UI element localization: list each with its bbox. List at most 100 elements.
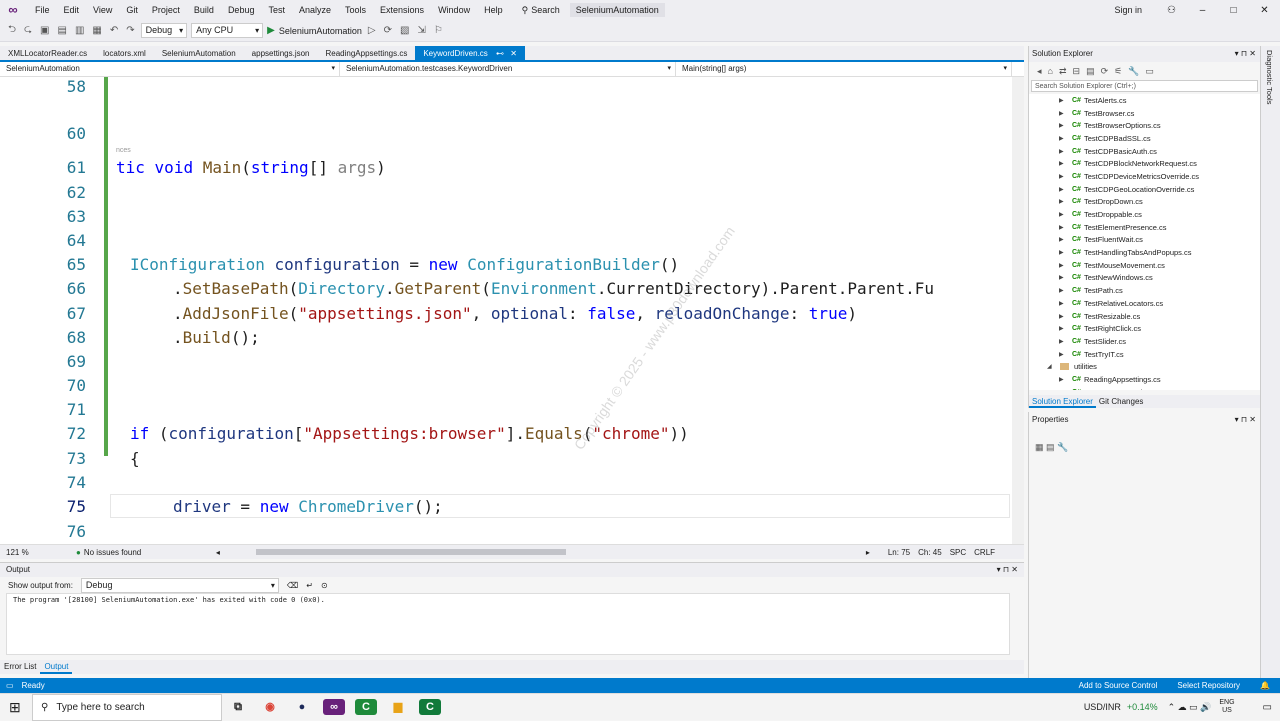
- member-dropdown[interactable]: Main(string[] args): [676, 62, 1012, 76]
- tree-item-file[interactable]: ▶ C# TestSlider.cs: [1029, 335, 1260, 348]
- excel-icon[interactable]: C: [355, 699, 377, 715]
- notification-center-icon[interactable]: ▭: [1263, 702, 1272, 713]
- expand-arrow-icon[interactable]: ▶: [1059, 274, 1067, 281]
- expand-arrow-icon[interactable]: ▶: [1059, 135, 1067, 142]
- expand-arrow-icon[interactable]: ▶: [1059, 198, 1067, 205]
- start-without-debug-icon[interactable]: ▷: [366, 25, 378, 36]
- tree-item-file[interactable]: ▶ C# TestAlerts.cs: [1029, 94, 1260, 107]
- startup-project-button[interactable]: SeleniumAutomation: [279, 26, 362, 36]
- expand-arrow-icon[interactable]: ▶: [1059, 211, 1067, 218]
- expand-arrow-icon[interactable]: ▶: [1059, 97, 1067, 104]
- tree-item-file[interactable]: ▶ C# TestTryIT.cs: [1029, 348, 1260, 361]
- tree-item-file[interactable]: ▶ C# TestBrowserOptions.cs: [1029, 119, 1260, 132]
- tree-item-file[interactable]: ▶ C#XMLLocatorReader.cs: [1029, 386, 1260, 390]
- start-windows-icon[interactable]: ⊞: [9, 699, 21, 716]
- home-icon[interactable]: ⌂: [1048, 66, 1053, 76]
- preview-icon[interactable]: ▭: [1145, 66, 1154, 77]
- tree-item-file[interactable]: ▶ C# TestCDPDeviceMetricsOverride.cs: [1029, 170, 1260, 183]
- file-explorer-icon[interactable]: ▆: [387, 699, 409, 715]
- tree-item-file[interactable]: ▶ C# TestCDPBadSSL.cs: [1029, 132, 1260, 145]
- tree-item-file[interactable]: ▶ C# TestRelativeLocators.cs: [1029, 297, 1260, 310]
- tree-item-file[interactable]: ▶ C# TestCDPBlockNetworkRequest.cs: [1029, 157, 1260, 170]
- expand-arrow-icon[interactable]: ▶: [1059, 262, 1067, 269]
- menu-window[interactable]: Window: [431, 5, 477, 15]
- project-dropdown[interactable]: SeleniumAutomation: [0, 62, 340, 76]
- tree-item-file[interactable]: ▶ C# ReadingAppsettings.cs: [1029, 373, 1260, 386]
- close-window-button[interactable]: ✕: [1249, 5, 1280, 16]
- filter-icon[interactable]: ⚟: [1114, 66, 1122, 77]
- menu-project[interactable]: Project: [145, 5, 187, 15]
- pin-icon[interactable]: ⊷: [496, 49, 504, 58]
- open-icon[interactable]: ▤: [55, 25, 68, 36]
- right-arrow-icon[interactable]: ▸: [866, 548, 870, 557]
- save-all-icon[interactable]: ▦: [90, 25, 103, 36]
- tab-git-changes[interactable]: Git Changes: [1096, 395, 1146, 408]
- tree-item-file[interactable]: ▶ C# TestPath.cs: [1029, 284, 1260, 297]
- show-all-icon[interactable]: ▤: [1086, 66, 1095, 77]
- tab-readingappsettings[interactable]: ReadingAppsettings.cs: [318, 46, 416, 60]
- code-editor[interactable]: 58 60 nces 61 tic void Main(string[] arg…: [0, 77, 1012, 544]
- expand-arrow-icon[interactable]: ▶: [1059, 160, 1067, 167]
- back-icon[interactable]: ◂: [1037, 66, 1042, 77]
- save-icon[interactable]: ▥: [73, 25, 86, 36]
- configuration-dropdown[interactable]: Debug: [140, 23, 188, 38]
- menu-help[interactable]: Help: [477, 5, 510, 15]
- expand-arrow-icon[interactable]: ▶: [1059, 389, 1067, 391]
- menu-edit[interactable]: Edit: [57, 5, 87, 15]
- editor-vertical-scrollbar[interactable]: [1012, 77, 1024, 544]
- expand-arrow-icon[interactable]: ▶: [1059, 300, 1067, 307]
- close-panel-icon[interactable]: ▾ ⊓ ✕: [1235, 46, 1256, 62]
- tree-item-file[interactable]: ▶ C# TestCDPGeoLocationOverride.cs: [1029, 183, 1260, 196]
- tray-icons[interactable]: ⌃ ☁ ▭ 🔊: [1168, 702, 1212, 713]
- maximize-button[interactable]: □: [1218, 5, 1249, 16]
- tree-item-file[interactable]: ▶ C# TestHandlingTabsAndPopups.cs: [1029, 246, 1260, 259]
- bookmark-icon[interactable]: ⚐: [432, 25, 445, 36]
- solution-tree[interactable]: ▶ C# TestAlerts.cs ▶ C# TestBrowser.cs ▶ C# Test…: [1029, 94, 1260, 390]
- tree-item-file[interactable]: ▶ C# TestFluentWait.cs: [1029, 234, 1260, 247]
- output-text[interactable]: The program '[28100] SeleniumAutomation.…: [6, 593, 1010, 655]
- menu-debug[interactable]: Debug: [221, 5, 262, 15]
- expand-arrow-icon[interactable]: ▶: [1059, 173, 1067, 180]
- tree-item-file[interactable]: ▶ C# TestBrowser.cs: [1029, 107, 1260, 120]
- redo-icon[interactable]: ↷: [124, 25, 136, 36]
- source-control-button[interactable]: Add to Source Control: [1079, 681, 1158, 690]
- tree-item-file[interactable]: ▶ C# TestRightClick.cs: [1029, 322, 1260, 335]
- menu-git[interactable]: Git: [119, 5, 145, 15]
- tree-item-file[interactable]: ▶ C# TestNewWindows.cs: [1029, 272, 1260, 285]
- output-source-dropdown[interactable]: Debug: [80, 577, 279, 593]
- menu-extensions[interactable]: Extensions: [373, 5, 431, 15]
- zoom-dropdown[interactable]: 121 %: [6, 548, 46, 557]
- tab-output[interactable]: Output: [40, 660, 73, 674]
- horizontal-scrollbar[interactable]: [255, 549, 566, 555]
- menu-test[interactable]: Test: [261, 5, 292, 15]
- tree-item-file[interactable]: ▶ C# TestElementPresence.cs: [1029, 221, 1260, 234]
- expand-arrow-icon[interactable]: ▶: [1059, 351, 1067, 358]
- collapse-arrow-icon[interactable]: ◢: [1047, 363, 1055, 370]
- properties-icon[interactable]: 🔧: [1128, 66, 1139, 77]
- new-item-icon[interactable]: ▣: [38, 25, 51, 36]
- menu-tools[interactable]: Tools: [338, 5, 373, 15]
- expand-arrow-icon[interactable]: ▶: [1059, 338, 1067, 345]
- issues-status[interactable]: No issues found: [84, 548, 196, 557]
- start-play-icon[interactable]: ▶: [267, 25, 275, 36]
- platform-dropdown[interactable]: Any CPU: [191, 23, 264, 38]
- type-dropdown[interactable]: SeleniumAutomation.testcases.KeywordDriv…: [340, 62, 676, 76]
- tab-seleniumautomation[interactable]: SeleniumAutomation: [154, 46, 244, 60]
- tab-appsettings-json[interactable]: appsettings.json: [244, 46, 318, 60]
- close-tab-icon[interactable]: ✕: [510, 49, 517, 58]
- expand-arrow-icon[interactable]: ▶: [1059, 148, 1067, 155]
- undo-icon[interactable]: ↶: [108, 25, 120, 36]
- tree-item-file[interactable]: ▶ C# TestMouseMovement.cs: [1029, 259, 1260, 272]
- expand-arrow-icon[interactable]: ▶: [1059, 122, 1067, 129]
- codelens-hint[interactable]: nces: [116, 147, 131, 154]
- word-wrap-icon[interactable]: ↵: [306, 581, 313, 590]
- expand-arrow-icon[interactable]: ▶: [1059, 186, 1067, 193]
- left-arrow-icon[interactable]: ◂: [216, 548, 236, 557]
- expand-arrow-icon[interactable]: ▶: [1059, 110, 1067, 117]
- sync-icon[interactable]: ⇄: [1059, 66, 1067, 77]
- property-pages-icon[interactable]: 🔧: [1057, 442, 1068, 452]
- tree-item-folder[interactable]: ◢ utilities: [1029, 360, 1260, 373]
- tab-solution-explorer[interactable]: Solution Explorer: [1029, 395, 1096, 408]
- expand-arrow-icon[interactable]: ▶: [1059, 325, 1067, 332]
- toggle-icon[interactable]: ⊙: [321, 581, 328, 590]
